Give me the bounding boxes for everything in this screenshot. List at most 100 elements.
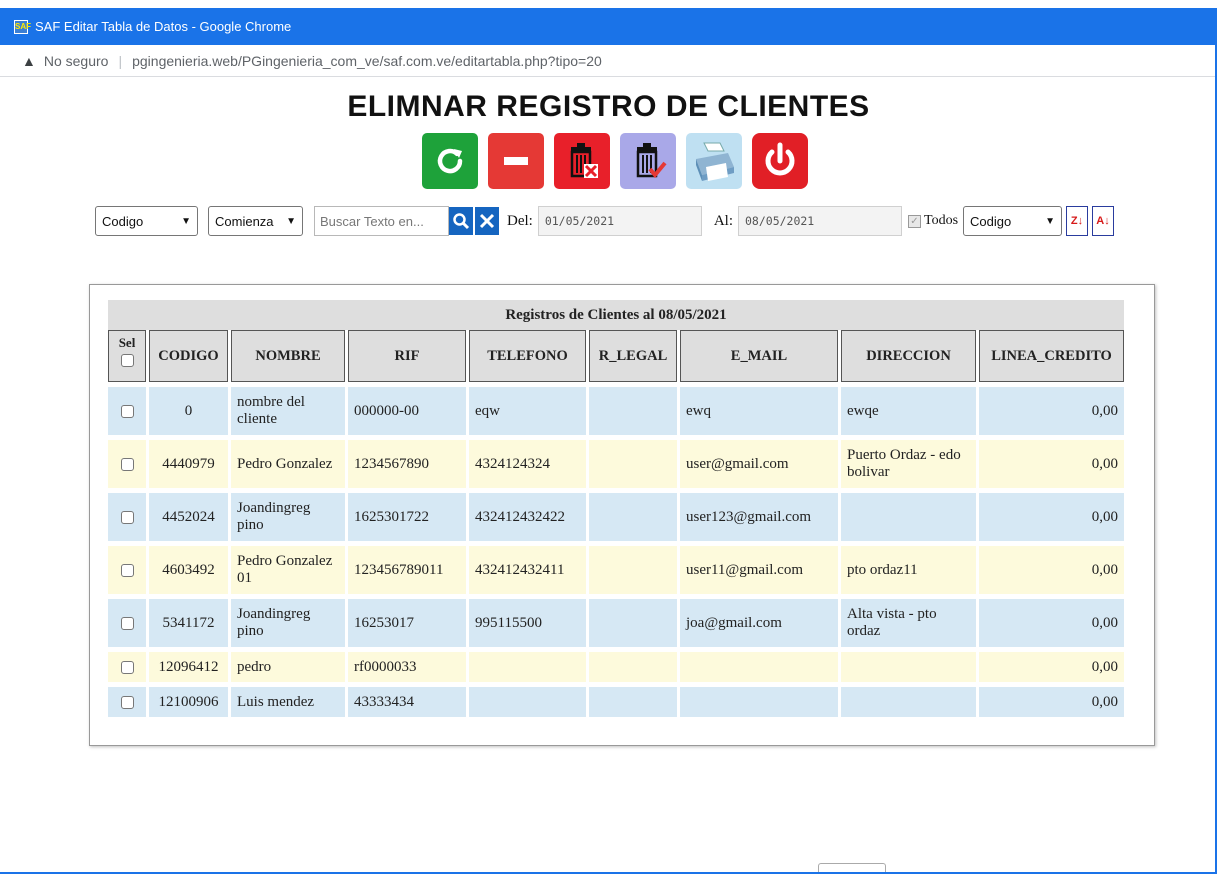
table-row[interactable]: 0 nombre del cliente 000000-00 eqw ewq e… [108, 387, 1124, 435]
cell-nombre: Joandingreg pino [231, 493, 345, 541]
table-row[interactable]: 4440979 Pedro Gonzalez 1234567890 432412… [108, 440, 1124, 488]
match-select[interactable]: Comienza ▼ [208, 206, 303, 236]
cell-nombre: nombre del cliente [231, 387, 345, 435]
print-button[interactable] [686, 133, 742, 189]
date-from-value: 01/05/2021 [544, 214, 615, 228]
header-sel-label: Sel [118, 335, 136, 350]
row-checkbox-cell[interactable] [108, 687, 146, 717]
todos-label: Todos [924, 213, 959, 228]
delete-all-button[interactable] [620, 133, 676, 189]
cell-r-legal [589, 440, 677, 488]
row-checkbox[interactable] [120, 616, 134, 630]
date-from-input[interactable]: 01/05/2021 [537, 206, 702, 236]
header-nombre[interactable]: NOMBRE [231, 330, 345, 382]
power-button[interactable] [752, 133, 808, 189]
delete-all-icon [636, 143, 667, 179]
header-direccion[interactable]: DIRECCION [841, 330, 976, 382]
row-checkbox[interactable] [120, 563, 134, 577]
address-bar[interactable]: ▲ No seguro | pgingenieria.web/PGingenie… [0, 45, 1217, 77]
sort-select[interactable]: Codigo ▼ [963, 206, 1063, 236]
cell-codigo: 4440979 [149, 440, 228, 488]
header-r-legal[interactable]: R_LEGAL [589, 330, 677, 382]
header-rif[interactable]: RIF [348, 330, 466, 382]
row-checkbox-cell[interactable] [108, 387, 146, 435]
warning-icon[interactable]: ▲ [22, 53, 36, 69]
sort-select-value: Codigo [970, 213, 1012, 229]
url-separator: | [118, 52, 123, 69]
cell-rif: rf0000033 [348, 652, 466, 682]
row-checkbox[interactable] [120, 457, 134, 471]
row-checkbox-cell[interactable] [108, 440, 146, 488]
sort-asc-button[interactable]: A↓ [1092, 206, 1115, 236]
cell-nombre: Joandingreg pino [231, 599, 345, 647]
table-row[interactable]: 4603492 Pedro Gonzalez 01 123456789011 4… [108, 546, 1124, 594]
row-checkbox-cell[interactable] [108, 493, 146, 541]
cell-direccion [841, 652, 976, 682]
table-row[interactable]: 4452024 Joandingreg pino 1625301722 4324… [108, 493, 1124, 541]
cell-rif: 123456789011 [348, 546, 466, 594]
al-label: Al: [713, 212, 733, 229]
cell-linea-credito: 0,00 [979, 687, 1124, 717]
field-select[interactable]: Codigo ▼ [95, 206, 198, 236]
delete-selected-button[interactable] [554, 133, 610, 189]
url-text[interactable]: pgingenieria.web/PGingenieria_com_ve/saf… [132, 53, 602, 69]
date-to-input[interactable]: 08/05/2021 [738, 206, 902, 236]
cell-rif: 1234567890 [348, 440, 466, 488]
window-title: SAF Editar Tabla de Datos - Google Chrom… [35, 19, 292, 34]
search-button[interactable] [449, 207, 473, 235]
header-codigo[interactable]: CODIGO [149, 330, 228, 382]
cell-r-legal [589, 387, 677, 435]
filter-bar: Codigo ▼ Comienza ▼ Buscar Texto en... D… [95, 206, 1115, 236]
cell-telefono: 4324124324 [469, 440, 586, 488]
header-linea-credito[interactable]: LINEA_CREDITO [979, 330, 1124, 382]
header-e-mail[interactable]: E_MAIL [680, 330, 838, 382]
row-checkbox-cell[interactable] [108, 546, 146, 594]
cell-codigo: 5341172 [149, 599, 228, 647]
remove-button[interactable] [488, 133, 544, 189]
cell-codigo: 4603492 [149, 546, 228, 594]
power-icon [765, 142, 795, 176]
clients-table-panel: Registros de Clientes al 08/05/2021 Sel … [89, 284, 1155, 746]
field-select-value: Codigo [102, 213, 144, 229]
chevron-down-icon: ▼ [286, 215, 296, 227]
window-titlebar: SAF SAF Editar Tabla de Datos - Google C… [0, 8, 1217, 45]
cell-rif: 1625301722 [348, 493, 466, 541]
clients-table: Registros de Clientes al 08/05/2021 Sel … [105, 300, 1127, 717]
cell-rif: 000000-00 [348, 387, 466, 435]
cell-r-legal [589, 599, 677, 647]
row-checkbox[interactable] [120, 660, 134, 674]
table-row[interactable]: 5341172 Joandingreg pino 16253017 995115… [108, 599, 1124, 647]
del-label: Del: [507, 212, 533, 229]
cell-r-legal [589, 652, 677, 682]
cell-nombre: Luis mendez [231, 687, 345, 717]
select-all-checkbox[interactable] [120, 353, 134, 367]
row-checkbox-cell[interactable] [108, 599, 146, 647]
table-row[interactable]: 12100906 Luis mendez 43333434 0,00 [108, 687, 1124, 717]
search-input[interactable]: Buscar Texto en... [314, 206, 449, 236]
row-checkbox[interactable] [120, 510, 134, 524]
cell-telefono [469, 652, 586, 682]
security-label[interactable]: No seguro [44, 53, 109, 69]
table-header-row: Sel CODIGO NOMBRE RIF TELEFONO R_LEGAL E… [108, 330, 1124, 382]
cell-e-mail [680, 652, 838, 682]
table-row[interactable]: 12096412 pedro rf0000033 0,00 [108, 652, 1124, 682]
search-icon [453, 213, 470, 230]
cell-telefono: eqw [469, 387, 586, 435]
cell-nombre: Pedro Gonzalez 01 [231, 546, 345, 594]
refresh-button[interactable] [422, 133, 478, 189]
row-checkbox[interactable] [120, 695, 134, 709]
cell-direccion [841, 687, 976, 717]
row-checkbox[interactable] [120, 404, 134, 418]
date-to-value: 08/05/2021 [745, 214, 815, 228]
table-caption: Registros de Clientes al 08/05/2021 [108, 300, 1124, 330]
action-toolbar [422, 133, 808, 189]
table-caption-row: Registros de Clientes al 08/05/2021 [108, 300, 1124, 330]
header-telefono[interactable]: TELEFONO [469, 330, 586, 382]
sort-desc-button[interactable]: Z↓ [1066, 206, 1089, 236]
clear-search-button[interactable] [475, 207, 499, 235]
cell-rif: 43333434 [348, 687, 466, 717]
page-title: ELIMNAR REGISTRO DE CLIENTES [347, 90, 870, 123]
todos-checkbox[interactable]: ✓ [908, 214, 921, 228]
row-checkbox-cell[interactable] [108, 652, 146, 682]
cell-r-legal [589, 493, 677, 541]
